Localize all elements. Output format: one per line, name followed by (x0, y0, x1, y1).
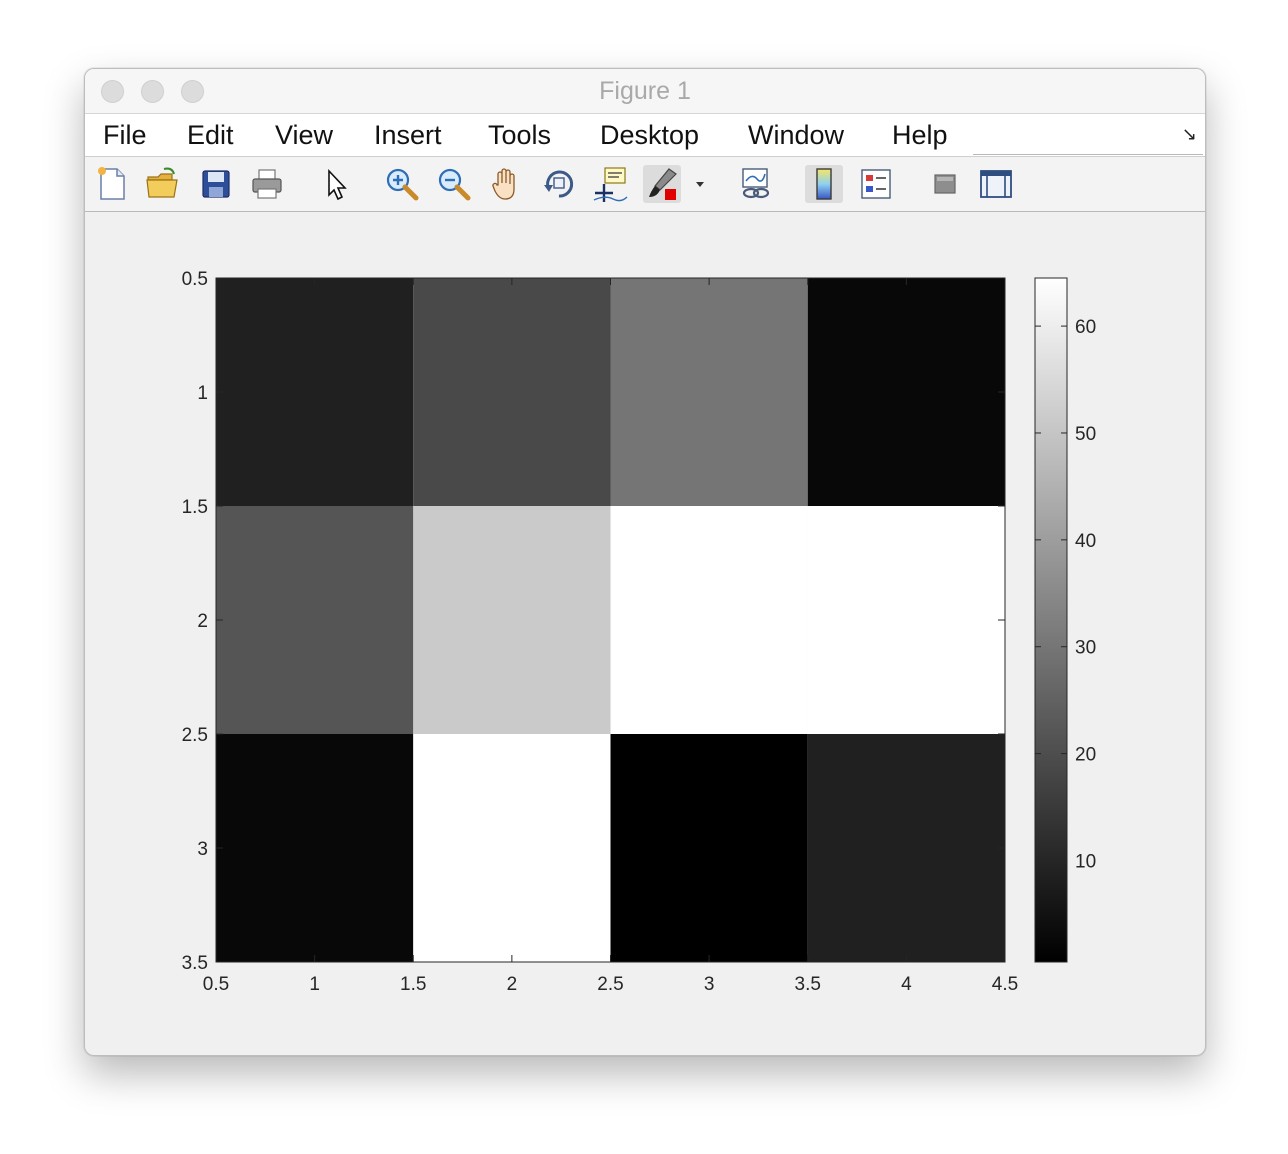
colorbar-tick-label: 30 (1075, 638, 1096, 659)
y-tick-label: 2 (197, 611, 208, 632)
y-tick-label: 3 (197, 839, 208, 860)
heatmap-cell[interactable] (413, 278, 611, 506)
heatmap-cell[interactable] (413, 734, 611, 962)
heatmap-cell[interactable] (216, 506, 414, 734)
colorbar[interactable] (1034, 277, 1068, 963)
x-tick-label: 2 (507, 974, 518, 995)
x-tick-label: 2.5 (597, 974, 623, 995)
heatmap-cell[interactable] (807, 278, 1005, 506)
colorbar-tick-label: 10 (1075, 851, 1096, 872)
y-tick-label: 1 (197, 383, 208, 404)
heatmap-cell[interactable] (413, 506, 611, 734)
colorbar-tick-label: 20 (1075, 745, 1096, 766)
colorbar-tick-label: 60 (1075, 317, 1096, 338)
heatmap-cell[interactable] (610, 278, 808, 506)
heatmap-cell[interactable] (610, 734, 808, 962)
y-tick-label: 3.5 (182, 953, 208, 974)
x-tick-label: 4 (901, 974, 912, 995)
colorbar-tick-label: 40 (1075, 531, 1096, 552)
x-tick-label: 1.5 (400, 974, 426, 995)
y-tick-label: 2.5 (182, 725, 208, 746)
heatmap-cell[interactable] (610, 506, 808, 734)
x-tick-label: 1 (309, 974, 320, 995)
x-tick-label: 3 (704, 974, 715, 995)
colorbar-tick-label: 50 (1075, 424, 1096, 445)
x-tick-label: 3.5 (795, 974, 821, 995)
heatmap-cell[interactable] (807, 506, 1005, 734)
y-tick-label: 1.5 (182, 497, 208, 518)
x-tick-label: 0.5 (203, 974, 229, 995)
heatmap-cell[interactable] (216, 278, 414, 506)
heatmap-cell[interactable] (807, 734, 1005, 962)
plot-area[interactable]: 0.5 1 1.5 2 2.5 3 3.5 4 4.5 0.5 1 1.5 2 2.5 3 3.5 10 20 30… (0, 0, 1288, 1154)
x-tick-label: 4.5 (992, 974, 1018, 995)
y-tick-label: 0.5 (182, 269, 208, 290)
heatmap-cell[interactable] (216, 734, 414, 962)
